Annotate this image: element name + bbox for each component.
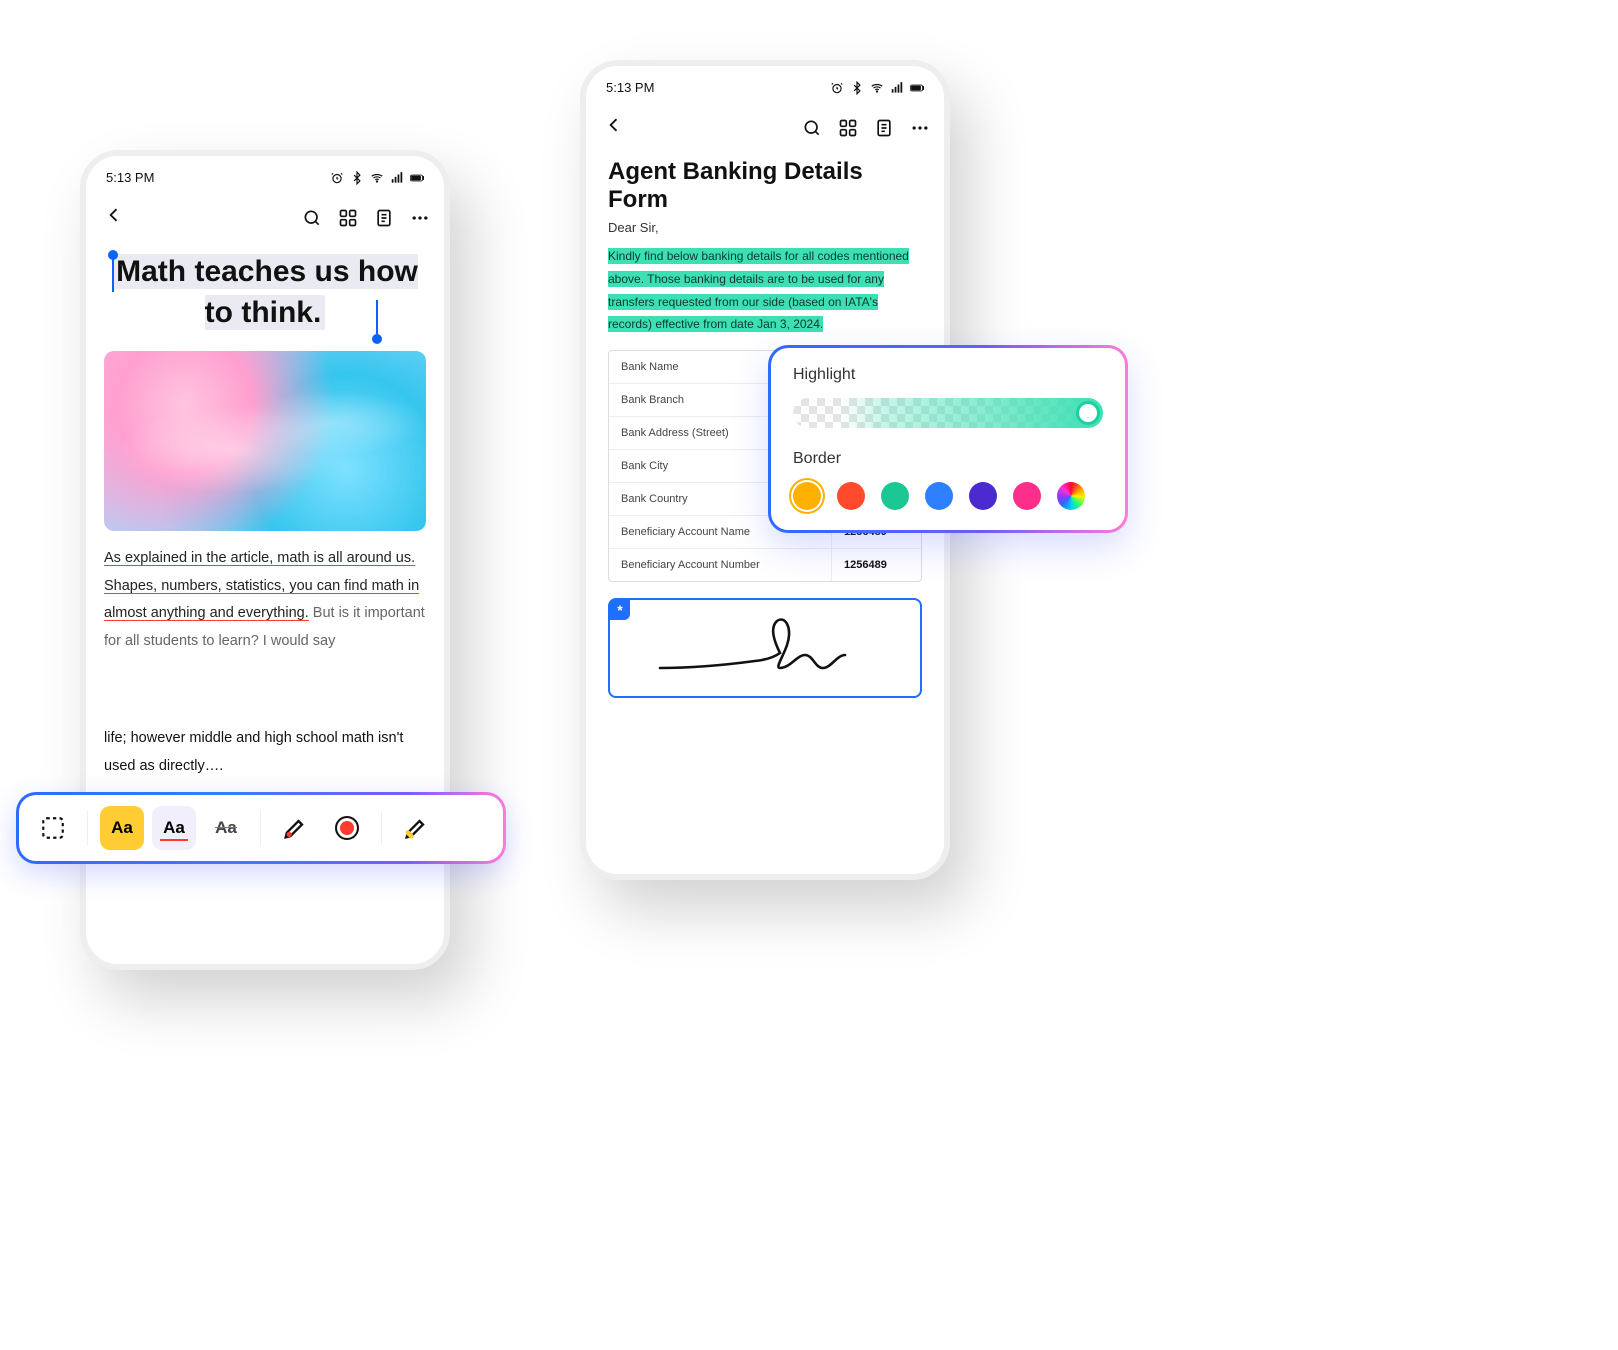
status-time: 5:13 PM (106, 170, 154, 185)
required-badge: * (610, 600, 630, 620)
divider (381, 811, 382, 845)
table-row: Beneficiary Account Number 1256489 (609, 548, 921, 581)
table-value: 1256489 (831, 549, 921, 581)
article-trail-b: life; however middle and high school mat… (86, 725, 444, 780)
selection-caret-start (112, 258, 114, 292)
divider (260, 811, 261, 845)
status-bar: 5:13 PM (86, 156, 444, 193)
color-swatch-red (335, 816, 359, 840)
signal-icon (890, 81, 904, 95)
color-swatch-purple[interactable] (969, 482, 997, 510)
border-label: Border (793, 450, 1103, 468)
document-greeting: Dear Sir, (586, 214, 944, 245)
highlighter-yellow-button[interactable] (394, 806, 438, 850)
back-button[interactable] (100, 201, 128, 234)
bluetooth-icon (350, 171, 364, 185)
wifi-icon (870, 81, 884, 95)
border-colors (793, 482, 1103, 510)
pen-red-button[interactable] (273, 806, 317, 850)
color-swatch-yellow[interactable] (793, 482, 821, 510)
color-swatch-custom[interactable] (1057, 482, 1085, 510)
format-toolbar: Aa Aa Aa (16, 792, 506, 864)
battery-icon (410, 171, 424, 185)
highlighted-paragraph[interactable]: Kindly find below banking details for al… (608, 245, 922, 336)
selection-tool-button[interactable] (31, 806, 75, 850)
search-icon[interactable] (302, 208, 322, 228)
selection-handle-end[interactable] (372, 334, 382, 344)
highlight-label: Highlight (793, 366, 1103, 384)
page-icon[interactable] (374, 208, 394, 228)
slider-thumb[interactable] (1076, 401, 1100, 425)
signature-field[interactable]: * (608, 598, 922, 698)
status-icons (330, 171, 424, 185)
status-icons (830, 81, 924, 95)
more-icon[interactable] (410, 208, 430, 228)
grid-icon[interactable] (338, 208, 358, 228)
color-swatch-green[interactable] (881, 482, 909, 510)
document-title: Agent Banking Details Form (586, 158, 944, 214)
strikethrough-text-button[interactable]: Aa (204, 806, 248, 850)
back-button[interactable] (600, 111, 628, 144)
page-icon[interactable] (874, 118, 894, 138)
selection-caret-end (376, 300, 378, 334)
grid-icon[interactable] (838, 118, 858, 138)
divider (87, 811, 88, 845)
signature-drawing (655, 613, 875, 683)
more-icon[interactable] (910, 118, 930, 138)
alarm-icon (830, 81, 844, 95)
alarm-icon (330, 171, 344, 185)
app-toolbar (586, 103, 944, 158)
highlight-opacity-slider[interactable] (793, 398, 1103, 428)
color-swatch-pink[interactable] (1013, 482, 1041, 510)
slider-fill (793, 398, 1103, 428)
battery-icon (910, 81, 924, 95)
bluetooth-icon (850, 81, 864, 95)
search-icon[interactable] (802, 118, 822, 138)
status-bar: 5:13 PM (586, 66, 944, 103)
status-time: 5:13 PM (606, 80, 654, 95)
table-label: Beneficiary Account Number (609, 549, 831, 581)
highlight-border-panel: Highlight Border (768, 345, 1128, 533)
hero-image (104, 351, 426, 531)
color-swatch-orange[interactable] (837, 482, 865, 510)
color-picker-button[interactable] (325, 806, 369, 850)
app-toolbar (86, 193, 444, 248)
heading-selection[interactable]: Math teaches us how to think. (86, 248, 444, 343)
underline-text-button[interactable]: Aa (152, 806, 196, 850)
highlight-text-button[interactable]: Aa (100, 806, 144, 850)
color-swatch-blue[interactable] (925, 482, 953, 510)
signal-icon (390, 171, 404, 185)
article-paragraph: As explained in the article, math is all… (86, 545, 444, 655)
wifi-icon (370, 171, 384, 185)
